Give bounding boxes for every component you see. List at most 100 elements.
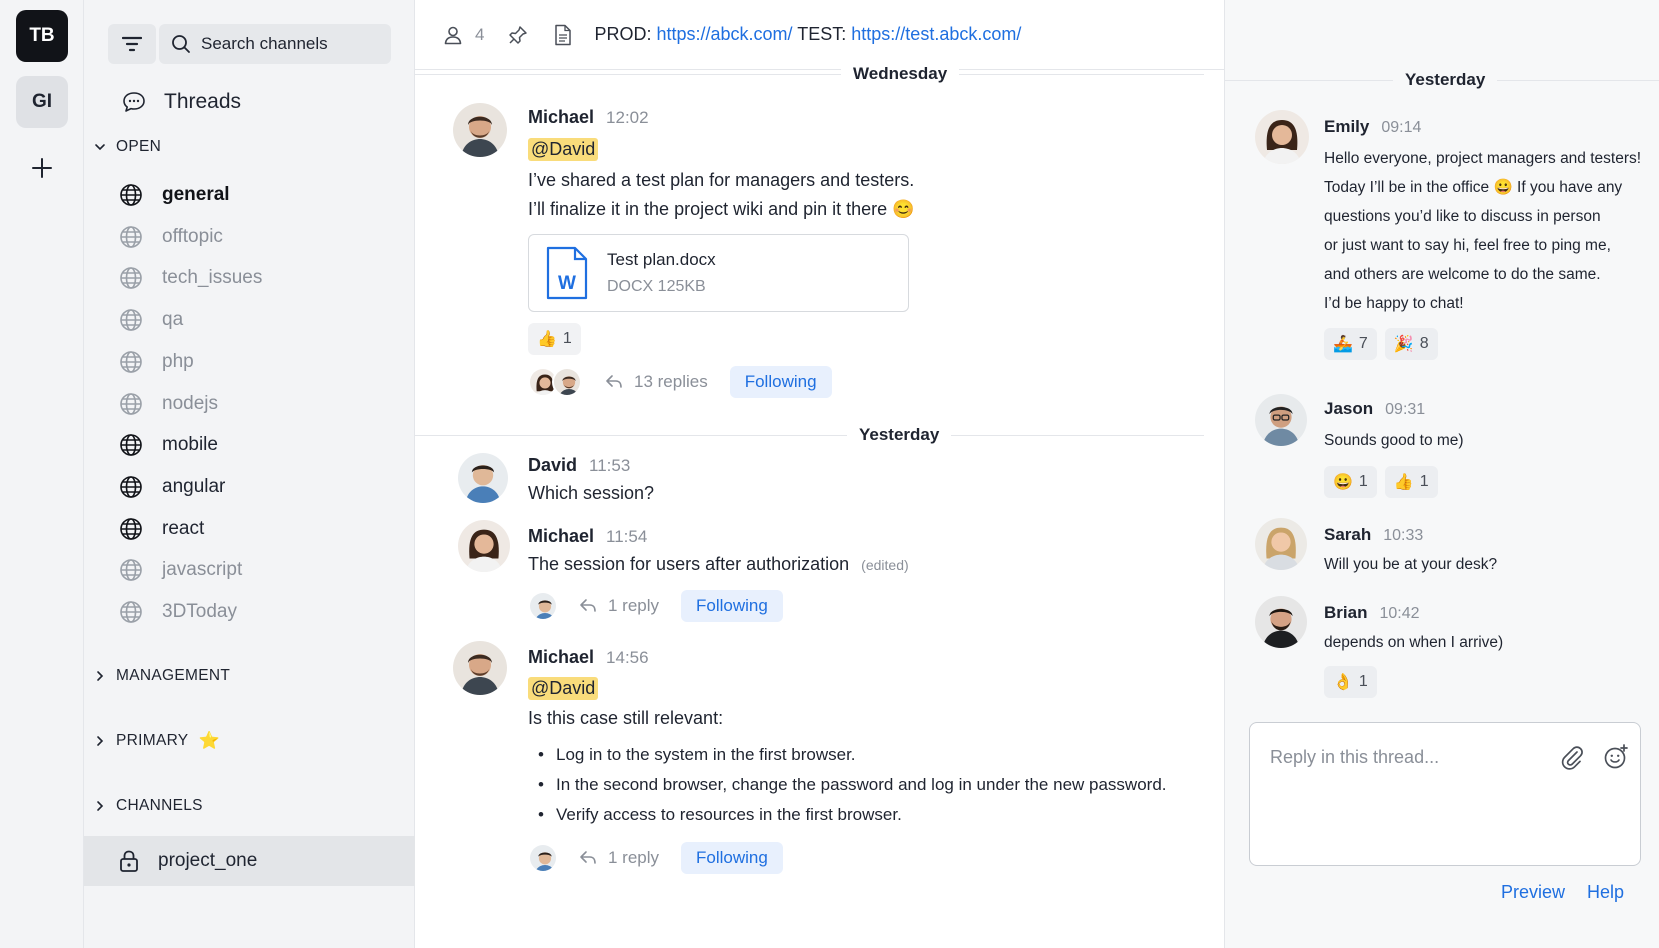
- channel-3dtoday[interactable]: 3DToday: [118, 599, 237, 625]
- preview-link[interactable]: Preview: [1501, 882, 1565, 903]
- reaction-thumbs-up[interactable]: 👍 1: [528, 323, 581, 355]
- help-link[interactable]: Help: [1587, 882, 1624, 903]
- emoji-add-icon[interactable]: [1602, 743, 1630, 771]
- globe-icon: [118, 474, 144, 500]
- avatar: [552, 367, 582, 397]
- replies-link[interactable]: 1 reply: [608, 848, 659, 868]
- edited-label: (edited): [861, 557, 909, 573]
- mention-tag[interactable]: @David: [528, 677, 599, 700]
- mention[interactable]: @David: [528, 138, 599, 161]
- filter-button[interactable]: [108, 24, 156, 64]
- reactions: 👌 1: [1324, 666, 1377, 698]
- replies-link[interactable]: 13 replies: [634, 372, 708, 392]
- message-time: 14:56: [606, 648, 649, 667]
- test-label: TEST:: [797, 24, 847, 44]
- channel-nodejs[interactable]: nodejs: [118, 391, 218, 417]
- add-workspace-icon[interactable]: [28, 154, 56, 182]
- message-author[interactable]: Sarah: [1324, 525, 1371, 544]
- prod-link[interactable]: https://abck.com/: [657, 24, 793, 44]
- reaction-party[interactable]: 🎉 8: [1384, 328, 1438, 360]
- reaction-rowing[interactable]: 🚣 7: [1324, 328, 1377, 360]
- word-file-icon: W: [546, 246, 588, 300]
- message-author[interactable]: Emily: [1324, 117, 1369, 136]
- globe-icon: [118, 265, 144, 291]
- channel-label: general: [162, 184, 230, 205]
- members-icon[interactable]: [443, 25, 463, 45]
- message-text: Will you be at your desk?: [1324, 556, 1498, 573]
- reaction-count: 8: [1419, 335, 1429, 352]
- following-button[interactable]: Following: [729, 366, 832, 398]
- message-header: Michael 11:54: [528, 526, 647, 547]
- channel-php[interactable]: php: [118, 349, 194, 375]
- channel-mobile[interactable]: mobile: [118, 432, 218, 458]
- reaction-grin[interactable]: 😀 1: [1324, 466, 1377, 498]
- test-link[interactable]: https://test.abck.com/: [851, 24, 1021, 44]
- channel-label: php: [162, 351, 194, 372]
- bullet-list: Log in to the system in the first browse…: [528, 740, 1167, 830]
- avatar[interactable]: [453, 103, 507, 157]
- message-header: Michael 14:56: [528, 647, 649, 668]
- avatar[interactable]: [1255, 596, 1307, 648]
- thread-reply-input[interactable]: Reply in this thread...: [1249, 722, 1641, 866]
- mention[interactable]: @David: [528, 677, 599, 700]
- avatar[interactable]: [1255, 394, 1307, 446]
- date-divider: Wednesday: [841, 64, 960, 84]
- document-icon[interactable]: [554, 24, 572, 46]
- replies-link[interactable]: 1 reply: [608, 596, 659, 616]
- avatar[interactable]: [1255, 518, 1307, 570]
- text-line: Hello everyone, project managers and tes…: [1324, 150, 1642, 167]
- message-time: 10:42: [1379, 605, 1420, 622]
- globe-icon: [118, 349, 144, 375]
- section-channels[interactable]: CHANNELS: [94, 797, 203, 815]
- file-attachment[interactable]: W Test plan.docx DOCX 125KB: [528, 234, 909, 312]
- avatar[interactable]: [458, 453, 508, 503]
- reaction-thumbs-up[interactable]: 👍 1: [1384, 466, 1438, 498]
- search-placeholder: Search channels: [201, 34, 328, 53]
- channel-javascript[interactable]: javascript: [118, 557, 242, 583]
- avatar[interactable]: [453, 641, 507, 695]
- channel-react[interactable]: react: [118, 516, 204, 542]
- paperclip-icon[interactable]: [1558, 743, 1586, 771]
- avatar[interactable]: [458, 520, 510, 572]
- threads-nav-item[interactable]: Threads: [122, 90, 241, 114]
- threads-label: Threads: [164, 90, 242, 113]
- channel-tech_issues[interactable]: tech_issues: [118, 265, 262, 291]
- message-author[interactable]: David: [528, 455, 577, 475]
- section-open[interactable]: OPEN: [94, 138, 161, 156]
- section-primary[interactable]: PRIMARY ⭐: [94, 731, 220, 751]
- globe-icon: [118, 557, 144, 583]
- channel-angular[interactable]: angular: [118, 474, 225, 500]
- section-management[interactable]: MANAGEMENT: [94, 667, 230, 685]
- workspace-gi-button[interactable]: GI: [16, 76, 68, 128]
- following-button[interactable]: Following: [681, 590, 783, 622]
- message-author[interactable]: Brian: [1324, 603, 1367, 622]
- channel-qa[interactable]: qa: [118, 307, 183, 333]
- section-channels-label: CHANNELS: [116, 797, 203, 814]
- following-button[interactable]: Following: [681, 842, 783, 874]
- message-header: David 11:53: [528, 455, 630, 476]
- search-channels-input[interactable]: Search channels: [159, 24, 391, 64]
- grin-icon: 😀: [1333, 474, 1353, 491]
- reactions: 👍 1: [528, 323, 581, 355]
- avatar: [528, 843, 558, 873]
- message-author[interactable]: Michael: [528, 647, 594, 667]
- message-author[interactable]: Michael: [528, 526, 594, 546]
- reply-icon: [578, 596, 598, 616]
- text-line: and others are welcome to do the same.: [1324, 266, 1601, 283]
- channel-project-one[interactable]: project_one: [84, 836, 415, 886]
- channel-offtopic[interactable]: offtopic: [118, 224, 223, 250]
- message-author[interactable]: Michael: [528, 107, 594, 127]
- mention-tag[interactable]: @David: [528, 138, 599, 161]
- message-author[interactable]: Jason: [1324, 399, 1373, 418]
- rowing-icon: 🚣: [1333, 336, 1353, 353]
- text-line: Today I’ll be in the office 😀 If you hav…: [1324, 179, 1623, 196]
- avatar[interactable]: [1255, 110, 1309, 164]
- pin-icon[interactable]: [508, 25, 528, 45]
- channel-general[interactable]: general: [118, 182, 230, 208]
- thumbs-up-icon: 👍: [537, 331, 557, 348]
- list-item: Log in to the system in the first browse…: [528, 740, 1167, 770]
- reaction-ok-hand[interactable]: 👌 1: [1324, 666, 1377, 698]
- workspace-rail: TB GI: [0, 0, 84, 948]
- workspace-tb-button[interactable]: TB: [16, 10, 68, 62]
- text-line: I’d be happy to chat!: [1324, 295, 1464, 312]
